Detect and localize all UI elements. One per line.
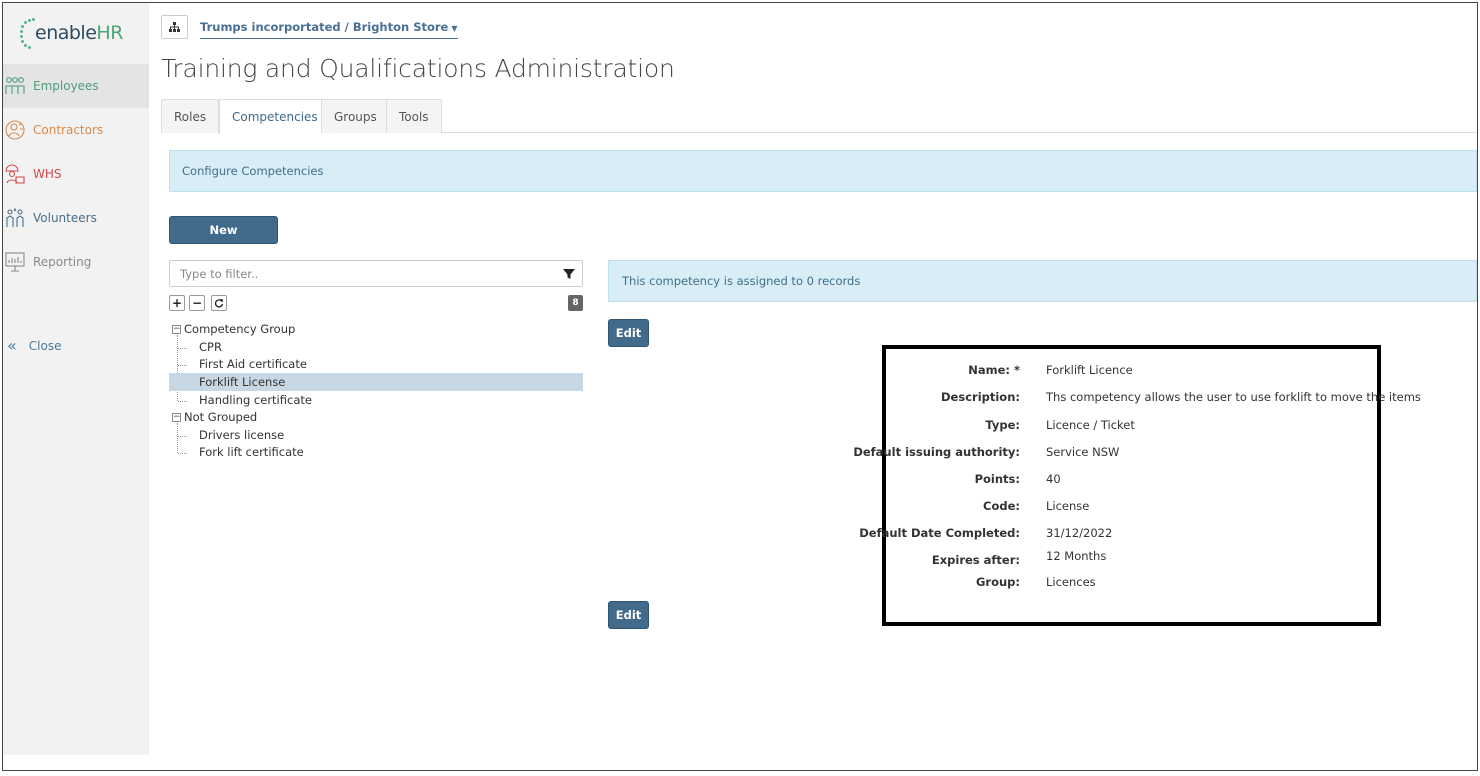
refresh-button[interactable]: [211, 295, 227, 311]
tree-guide: [177, 423, 178, 453]
detail-row-expires-after: Expires after: 12 Months: [886, 549, 1377, 571]
tree-group-not-grouped[interactable]: − Not Grouped: [172, 408, 257, 426]
sidebar-item-label: WHS: [33, 167, 62, 181]
detail-row-issuing-authority: Default issuing authority: Service NSW: [853, 445, 1377, 463]
detail-label: Description:: [941, 390, 1020, 404]
filter-box: [169, 260, 583, 287]
double-chevron-left-icon: «: [7, 336, 17, 355]
detail-label: Expires after:: [931, 553, 1020, 567]
detail-value: Licences: [1046, 575, 1096, 589]
assigned-records-banner: This competency is assigned to 0 records: [608, 260, 1477, 302]
detail-row-name: Name: * Forklift Licence: [886, 363, 1377, 381]
expand-all-button[interactable]: +: [169, 295, 185, 311]
tree-item-fork-lift-certificate[interactable]: Fork lift certificate: [199, 443, 304, 461]
detail-value: 31/12/2022: [1046, 526, 1113, 540]
tab-groups[interactable]: Groups: [321, 99, 390, 133]
tree-item-forklift-license[interactable]: Forklift License: [169, 373, 583, 391]
contractors-icon: [4, 119, 26, 141]
competency-count-badge: 8: [568, 295, 583, 311]
detail-value: 40: [1046, 472, 1061, 486]
detail-row-group: Group: Licences: [886, 575, 1377, 593]
collapse-all-button[interactable]: −: [189, 295, 205, 311]
logo-text: enableHR: [35, 22, 123, 44]
detail-value: 12 Months: [1046, 549, 1107, 563]
tree-item-cpr[interactable]: CPR: [199, 338, 222, 356]
caret-down-icon: ▼: [451, 24, 458, 33]
sidebar-item-reporting[interactable]: Reporting: [3, 240, 149, 284]
detail-row-code: Code: License: [886, 499, 1377, 517]
detail-row-type: Type: Licence / Ticket: [886, 418, 1377, 436]
sidebar-item-volunteers[interactable]: Volunteers: [3, 196, 149, 240]
tab-roles[interactable]: Roles: [161, 99, 220, 133]
detail-label: Group:: [975, 575, 1020, 589]
reporting-icon: [4, 251, 26, 273]
store-selector[interactable]: Trumps incorportated / Brighton Store ▼: [200, 20, 458, 39]
detail-label: Points:: [974, 472, 1020, 486]
sidebar-item-label: Reporting: [33, 255, 92, 269]
edit-button-top[interactable]: Edit: [608, 319, 649, 347]
filter-icon[interactable]: [562, 267, 576, 281]
detail-value: Service NSW: [1046, 445, 1120, 459]
main-content: Trumps incorportated / Brighton Store ▼ T…: [161, 3, 1477, 770]
detail-label: Type:: [985, 418, 1020, 432]
filter-input[interactable]: [170, 261, 540, 286]
refresh-icon: [214, 299, 224, 308]
enablehr-logo[interactable]: enableHR: [19, 13, 123, 53]
configure-banner: Configure Competencies: [169, 150, 1477, 192]
tree-group-competency-group[interactable]: − Competency Group: [172, 320, 295, 338]
logo-dots-icon: [19, 17, 35, 49]
sidebar-item-label: Contractors: [33, 123, 104, 137]
sidebar-item-label: Employees: [33, 79, 99, 93]
tree-item-first-aid-certificate[interactable]: First Aid certificate: [199, 355, 307, 373]
sidebar-item-contractors[interactable]: Contractors: [3, 108, 149, 152]
whs-icon: [4, 163, 26, 185]
org-hierarchy-button[interactable]: [161, 15, 188, 39]
detail-value: License: [1046, 499, 1090, 513]
tree-guide: [178, 348, 187, 349]
sitemap-icon: [169, 22, 180, 32]
sidebar: enableHR Employees Contractors WHS Volun…: [3, 3, 149, 755]
detail-label: Name: *: [968, 363, 1020, 377]
page-title: Training and Qualifications Administrati…: [161, 54, 675, 83]
tree-item-drivers-license[interactable]: Drivers license: [199, 426, 284, 444]
tree-guide: [178, 453, 187, 454]
employees-icon: [4, 75, 26, 97]
detail-label: Code:: [983, 499, 1020, 513]
sidebar-item-employees[interactable]: Employees: [3, 64, 149, 108]
sidebar-item-whs[interactable]: WHS: [3, 152, 149, 196]
app-window: enableHR Employees Contractors WHS Volun…: [2, 2, 1478, 771]
tree-guide: [178, 436, 187, 437]
collapse-node-icon[interactable]: −: [172, 413, 181, 422]
close-label: Close: [28, 338, 62, 353]
tab-tools[interactable]: Tools: [386, 99, 442, 133]
tree-guide: [177, 335, 178, 401]
detail-value: Licence / Ticket: [1046, 418, 1135, 432]
edit-button-bottom[interactable]: Edit: [608, 601, 649, 629]
detail-label: Default Date Completed:: [859, 526, 1020, 540]
detail-row-points: Points: 40: [886, 472, 1377, 490]
tab-bar: Roles Competencies Groups Tools: [161, 99, 1477, 134]
collapse-node-icon[interactable]: −: [172, 325, 181, 334]
new-competency-button[interactable]: New Competency: [169, 216, 278, 263]
tab-competencies[interactable]: Competencies: [219, 99, 331, 134]
tree-guide: [178, 365, 187, 366]
detail-value: Ths competency allows the user to use fo…: [1046, 390, 1421, 404]
volunteers-icon: [4, 207, 26, 229]
sidebar-close-button[interactable]: « Close: [7, 336, 62, 355]
tree-guide: [178, 401, 187, 402]
tree-item-handling-certificate[interactable]: Handling certificate: [199, 391, 312, 409]
detail-row-date-completed: Default Date Completed: 31/12/2022: [859, 526, 1377, 544]
detail-value: Forklift Licence: [1046, 363, 1133, 377]
sidebar-item-label: Volunteers: [33, 211, 97, 225]
detail-row-description: Description: Ths competency allows the us…: [886, 390, 1421, 408]
competency-details-panel: Name: * Forklift Licence Description: Ths …: [853, 345, 1421, 626]
detail-label: Default issuing authority:: [853, 445, 1020, 459]
